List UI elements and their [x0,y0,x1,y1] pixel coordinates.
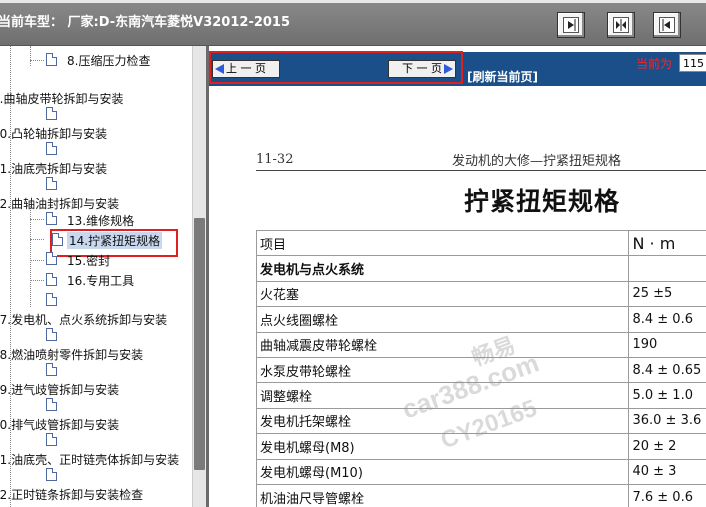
document-icon [46,468,57,481]
table-cell: 7.6 ± 0.6 [628,483,706,507]
tree-item[interactable]: 13.维修规格 [67,212,134,229]
document-icon [46,328,57,341]
table-cell: 发电机与点火系统 [255,255,630,282]
collapse-right-icon [659,17,675,33]
document-icon [46,433,57,446]
table-cell: 190 [628,331,706,358]
document-icon [46,363,57,376]
document-icon [46,212,57,225]
table-cell: 点火线圈螺栓 [255,306,630,333]
column-header: 项目 [255,229,630,257]
table-cell: 36.0 ± 3.6 [628,407,706,435]
tree-item[interactable]: 21.油底壳、正时链壳体拆卸与安装 [0,451,179,468]
page-number-input[interactable] [679,54,706,72]
tree-line [30,60,44,61]
tree-item[interactable]: 19.进气歧管拆卸与安装 [0,381,119,398]
tree-item[interactable]: 9.曲轴皮带轮拆卸与安装 [0,90,123,107]
table-cell: 火花塞 [255,280,630,308]
toggle-split-icon [613,17,629,33]
document-icon [46,177,57,190]
tree-line [30,239,44,240]
table-cell: 8.4 ± 0.65 [628,356,706,384]
tree-item[interactable]: 18.燃油喷射零件拆卸与安装 [0,346,143,363]
tree-line [30,280,44,281]
tree-item[interactable]: 12.曲轴油封拆卸与安装 [0,195,119,212]
section-header: 发动机的大修—拧紧扭矩规格 [452,154,622,169]
tree-line [30,46,31,66]
table-row: 发电机与点火系统 [255,255,706,282]
table-cell [628,255,706,282]
table-cell: 20 ± 2 [628,433,706,460]
collapse-right-button[interactable] [653,12,681,38]
tree-line [10,46,11,507]
current-page-label: 当前为 [636,57,673,71]
table-row: 火花塞 25 ±5 [255,280,706,308]
document-icon [46,293,57,306]
document-icon [46,53,57,66]
tree-scrollbar[interactable] [192,46,206,507]
table-row: 发电机螺母(M10) 40 ± 3 [255,458,706,485]
table-row: 机油油尺导管螺栓 7.6 ± 0.6 [255,483,706,507]
top-strip [0,0,706,3]
table-cell: 5.0 ± 1.0 [628,382,706,409]
page-number: 11-32 [256,152,294,167]
tree-item[interactable]: 16.专用工具 [67,272,134,289]
document-icon [46,142,57,155]
column-header: N · m [628,229,706,257]
header-rule [256,170,706,171]
table-header-row: 项目 N · m [255,229,706,257]
content-pane: 上 一 页 下 一 页 [刷新当前页] 当前为 11-32 发动机的大修—拧紧扭… [206,46,706,507]
document-title: 拧紧扭矩规格 [464,187,621,216]
table-cell: 8.4 ± 0.6 [628,306,706,333]
vehicle-model-title: 当前车型： 厂家:D-东南汽车菱悦V32012-2015 [0,15,291,30]
tree-item[interactable]: 11.油底壳拆卸与安装 [0,160,107,177]
document-icon [46,107,57,120]
tree-line [30,219,44,220]
tree-line [30,202,31,307]
document-icon [46,273,57,286]
table-cell: 40 ± 3 [628,458,706,485]
tree-item[interactable]: 10.凸轮轴拆卸与安装 [0,125,107,142]
scrollbar-thumb[interactable] [194,218,205,470]
tree-item[interactable]: 20.排气歧管拆卸与安装 [0,416,119,433]
nav-highlight-box [209,51,463,84]
document-icon [46,398,57,411]
collapse-left-button[interactable] [557,12,585,38]
refresh-page-link[interactable]: [刷新当前页] [467,68,538,85]
document-page: 11-32 发动机的大修—拧紧扭矩规格 拧紧扭矩规格 项目 N · m 发电机与… [209,86,706,507]
collapse-left-icon [563,17,579,33]
top-bar: 当前车型： 厂家:D-东南汽车菱悦V32012-2015 [0,0,706,46]
tree-line [30,260,44,261]
tree-item[interactable]: 17.发电机、点火系统拆卸与安装 [0,311,167,328]
table-row: 点火线圈螺栓 8.4 ± 0.6 [255,306,706,333]
tree-item[interactable]: 22.正时链条拆卸与安装检查 [0,486,143,503]
document-icon [46,252,57,265]
toggle-split-button[interactable] [607,12,635,38]
table-cell: 25 ±5 [628,280,706,308]
chapter-tree: 8.压缩压力检查 9.曲轴皮带轮拆卸与安装 10.凸轮轴拆卸与安装 11.油底壳… [0,46,192,507]
table-cell: 曲轴减震皮带轮螺栓 [255,331,630,358]
table-cell: 机油油尺导管螺栓 [255,483,630,507]
table-cell: 发电机螺母(M10) [255,458,630,485]
tree-item[interactable]: 8.压缩压力检查 [67,52,150,69]
tree-item[interactable]: 15.密封 [67,252,110,269]
